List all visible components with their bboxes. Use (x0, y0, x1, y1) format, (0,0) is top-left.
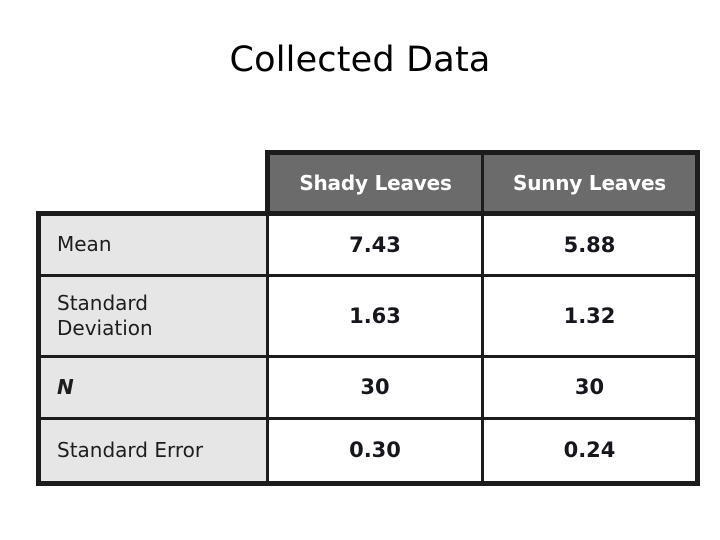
table-row: Mean 7.43 5.88 (36, 210, 700, 277)
cell-standard-error-shady: 0.30 (266, 416, 484, 486)
cell-standard-deviation-shady: 1.63 (266, 273, 484, 358)
row-label-n: N (36, 354, 269, 420)
row-label-n-line1: N (57, 374, 74, 399)
page-title: Collected Data (229, 40, 491, 80)
table-body: Mean 7.43 5.88 Standard Deviation 1.63 1… (36, 210, 700, 486)
row-label-standard-error-line1: Standard Error (57, 437, 204, 462)
cell-mean-sunny: 5.88 (481, 213, 700, 277)
row-label-mean-line1: Mean (57, 232, 112, 256)
table-corner-cell (38, 152, 268, 213)
column-header-sunny-leaves: Sunny Leaves (481, 150, 700, 216)
row-label-standard-deviation-line1: Standard (57, 290, 148, 315)
cell-n-sunny: 30 (481, 354, 700, 420)
collected-data-table-container: Shady Leaves Sunny Leaves Mean 7.43 5.88… (36, 150, 700, 486)
row-label-standard-deviation: Standard Deviation (36, 273, 269, 358)
row-label-standard-deviation-line2: Deviation (57, 315, 153, 340)
table-row: Standard Error 0.30 0.24 (36, 416, 700, 486)
cell-mean-shady: 7.43 (266, 213, 484, 277)
table-row: Standard Deviation 1.63 1.32 (36, 273, 700, 358)
cell-n-shady: 30 (266, 354, 484, 420)
cell-standard-deviation-sunny: 1.32 (481, 273, 700, 358)
row-label-standard-error: Standard Error (36, 416, 269, 486)
row-label-mean: Mean (36, 210, 269, 277)
table-row: N 30 30 (36, 354, 700, 420)
cell-standard-error-sunny: 0.24 (481, 416, 700, 486)
column-header-shady-leaves: Shady Leaves (265, 150, 484, 216)
slide-canvas: Collected Data Shady Leaves Sunny Leaves… (0, 0, 720, 540)
table-header: Shady Leaves Sunny Leaves (38, 150, 700, 216)
table-header-row: Shady Leaves Sunny Leaves (38, 150, 700, 216)
collected-data-table: Shady Leaves Sunny Leaves Mean 7.43 5.88… (36, 150, 700, 486)
